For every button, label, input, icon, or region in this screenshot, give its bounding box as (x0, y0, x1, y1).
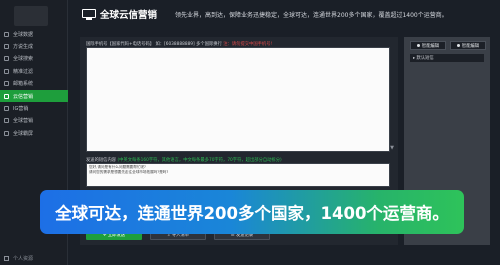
sidebar-item-label: 方说生成 (13, 44, 34, 51)
smart-edit-button-1[interactable]: 智能编辑 (410, 41, 446, 50)
sidebar-item-filter[interactable]: 精准过滤 (0, 65, 68, 77)
user-icon (4, 256, 9, 261)
sidebar-item-email[interactable]: 邮箱系统 (0, 78, 68, 90)
promo-banner: 全球可达，连通世界200多个国家，1400个运营商。 (40, 190, 464, 234)
message-line-2: 请问您的需求是想要先走往全球市场拓展吗?是吗? (89, 170, 169, 174)
sidebar-item-generate[interactable]: 方说生成 (0, 40, 68, 52)
monitor-icon (82, 8, 96, 20)
sidebar-item-label: IG营销 (13, 106, 29, 113)
sidebar-item-label: 全球搜索 (13, 56, 34, 63)
app-window: 全球数据 方说生成 全球搜索 精准过滤 邮箱系统 云信营销 IG营销 全球营销 … (0, 0, 500, 265)
smart-edit-label-2: 智能编辑 (461, 43, 480, 49)
screen-icon (4, 130, 9, 136)
message-textarea[interactable]: 您好,请问是有什么问题需要帮忙呢? 请问您的需求是想要先走往全球市场拓展吗?是吗… (86, 163, 390, 187)
logo (14, 6, 48, 26)
mail-icon (4, 81, 9, 87)
page-title: 全球云信营销 (100, 10, 158, 21)
list-header-label: 默认短信 (416, 56, 434, 61)
sidebar-item-global-marketing[interactable]: 全球营销 (0, 115, 68, 127)
sidebar-bottom-label: 个人资源 (13, 256, 34, 262)
sidebar-nav: 全球数据 方说生成 全球搜索 精准过滤 邮箱系统 云信营销 IG营销 全球营销 … (0, 28, 68, 140)
sidebar-item-label: 全球营销 (13, 118, 34, 125)
sidebar-item-label: 云信营销 (13, 93, 34, 100)
smart-edit-label-1: 智能编辑 (421, 43, 440, 49)
right-button-row: 智能编辑 智能编辑 (410, 41, 486, 50)
phone-numbers-textarea[interactable] (86, 47, 390, 152)
sidebar-item-label: 邮箱系统 (13, 81, 34, 88)
sidebar-item-ig-marketing[interactable]: IG营销 (0, 102, 68, 114)
sidebar-item-global-search[interactable]: 全球搜索 (0, 53, 68, 65)
message-icon (4, 93, 9, 99)
camera-icon (4, 106, 9, 112)
globe-icon (4, 118, 9, 124)
sidebar-item-label: 全球霸屏 (13, 130, 34, 137)
sidebar-item-cloud-sms[interactable]: 云信营销 (0, 89, 68, 103)
search-icon (4, 56, 9, 62)
filter-icon (4, 68, 9, 74)
sidebar-item-label: 精准过滤 (13, 68, 34, 75)
sidebar-bottom-item[interactable]: 个人资源 (4, 255, 33, 262)
header: 全球云信营销 领先业界，高到达，保障业务迅捷稳定，全球可达，连通世界200多个国… (68, 0, 500, 28)
header-tagline: 领先业界，高到达，保障业务迅捷稳定，全球可达，连通世界200多个国家，覆盖超过1… (175, 11, 448, 19)
sidebar-item-label: 全球数据 (13, 31, 34, 38)
default-sms-list-header[interactable]: ▸ 默认短信 (410, 54, 484, 62)
edit-icon (456, 44, 460, 47)
grid-icon (4, 31, 9, 37)
edit-icon (416, 44, 420, 47)
sidebar-item-global-screen[interactable]: 全球霸屏 (0, 127, 68, 139)
smart-edit-button-2[interactable]: 智能编辑 (450, 41, 486, 50)
document-icon (4, 44, 9, 50)
promo-banner-text: 全球可达，连通世界200多个国家，1400个运营商。 (55, 204, 449, 223)
sidebar-item-global-data[interactable]: 全球数据 (0, 28, 68, 40)
scroll-down-icon[interactable]: ▼ (390, 145, 394, 151)
